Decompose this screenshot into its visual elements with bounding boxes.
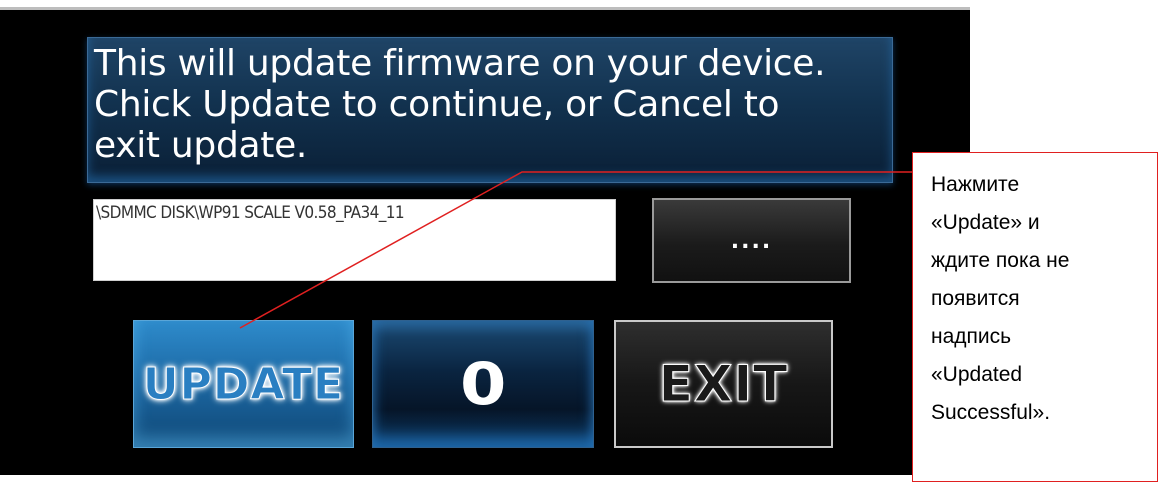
callout-line-3: ждите пока не (931, 249, 1070, 272)
callout-line-5: надпись (931, 325, 1012, 348)
firmware-message-panel: This will update firmware on your device… (87, 37, 893, 183)
progress-counter-value: 0 (459, 350, 507, 418)
callout-line-2: «Update» и (931, 211, 1040, 234)
callout-line-6: «Updated (931, 363, 1023, 386)
update-button[interactable]: UPDATE (133, 320, 354, 448)
callout-line-4: появится (931, 287, 1020, 310)
callout-line-1: Нажмите (931, 173, 1020, 196)
progress-counter: 0 (372, 320, 594, 448)
update-button-label: UPDATE (142, 358, 345, 410)
firmware-file-path-field[interactable]: \SDMMC DISK\WP91 SCALE V0.58_PA34_11 (93, 199, 616, 281)
browse-button-label: .... (730, 229, 773, 254)
message-line-3: exit update. (94, 125, 308, 166)
message-line-2: Chick Update to continue, or Cancel to (94, 84, 780, 125)
exit-button-label: EXIT (658, 355, 789, 414)
exit-button[interactable]: EXIT (614, 320, 833, 448)
browse-button[interactable]: .... (652, 198, 851, 283)
callout-line-7: Successful». (931, 401, 1051, 424)
message-line-1: This will update firmware on your device… (94, 43, 826, 84)
instruction-callout: Нажмите «Update» и ждите пока не появитс… (912, 152, 1158, 482)
